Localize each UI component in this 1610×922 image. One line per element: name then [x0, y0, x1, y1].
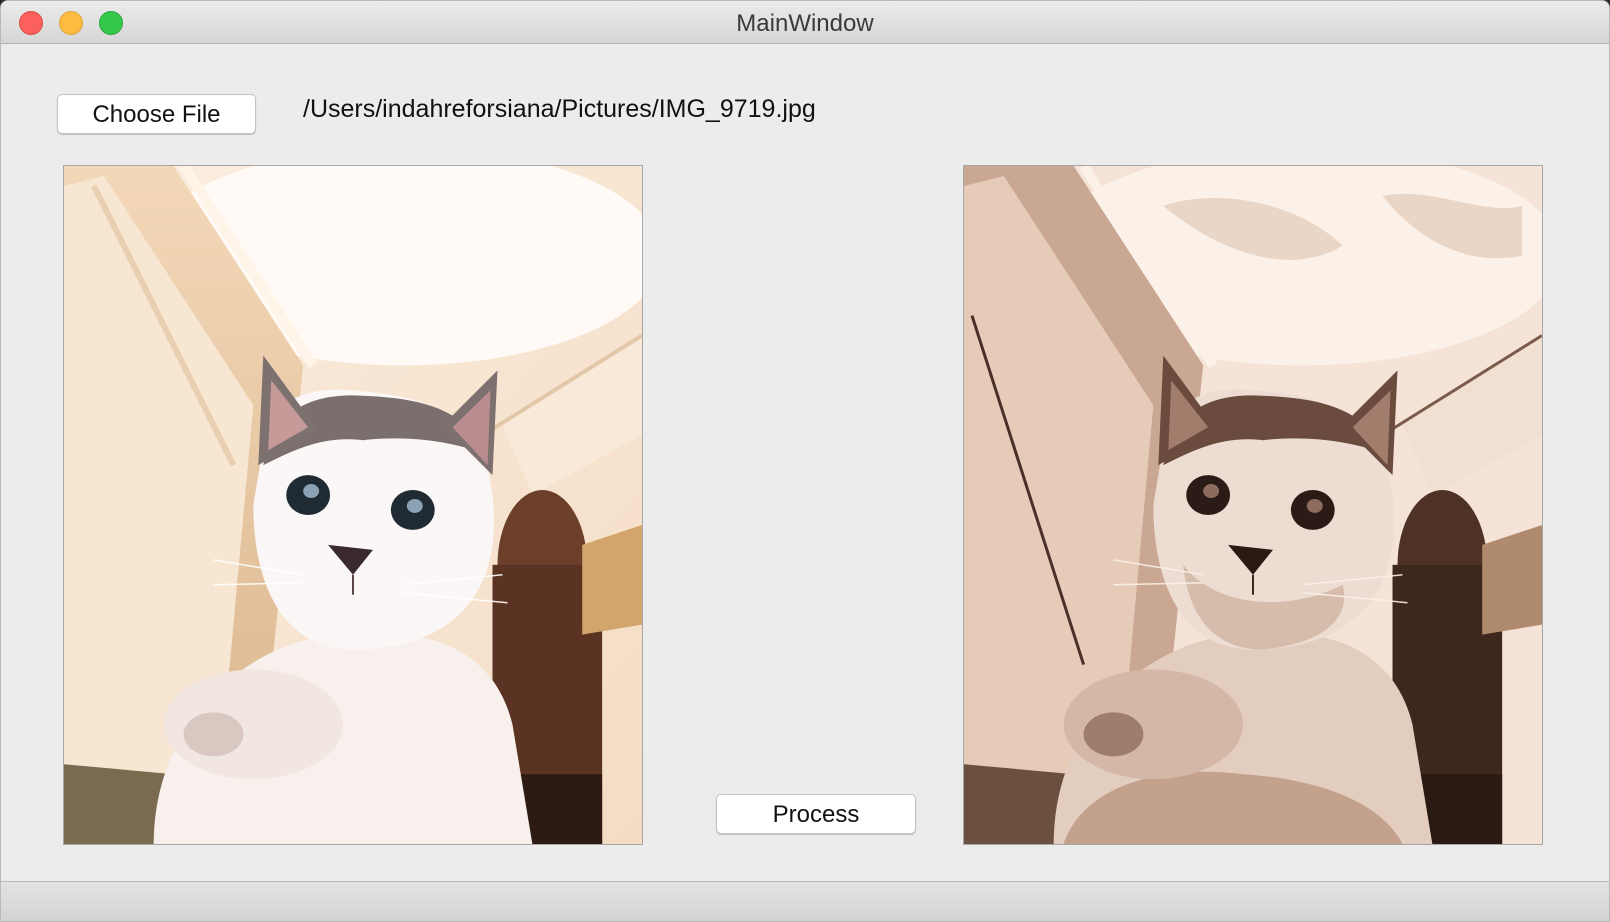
main-window: MainWindow Choose File /Users/indahrefor…: [0, 0, 1610, 922]
choose-file-button[interactable]: Choose File: [57, 94, 256, 134]
cat-photo-icon: [64, 166, 642, 844]
process-button[interactable]: Process: [716, 794, 916, 834]
status-bar: [1, 881, 1609, 921]
window-title: MainWindow: [736, 10, 874, 37]
cat-photo-posterized-icon: [964, 166, 1542, 844]
processed-image: [963, 165, 1543, 845]
file-path-label: /Users/indahreforsiana/Pictures/IMG_9719…: [303, 95, 816, 123]
title-bar[interactable]: MainWindow: [1, 1, 1609, 44]
original-image: [63, 165, 643, 845]
